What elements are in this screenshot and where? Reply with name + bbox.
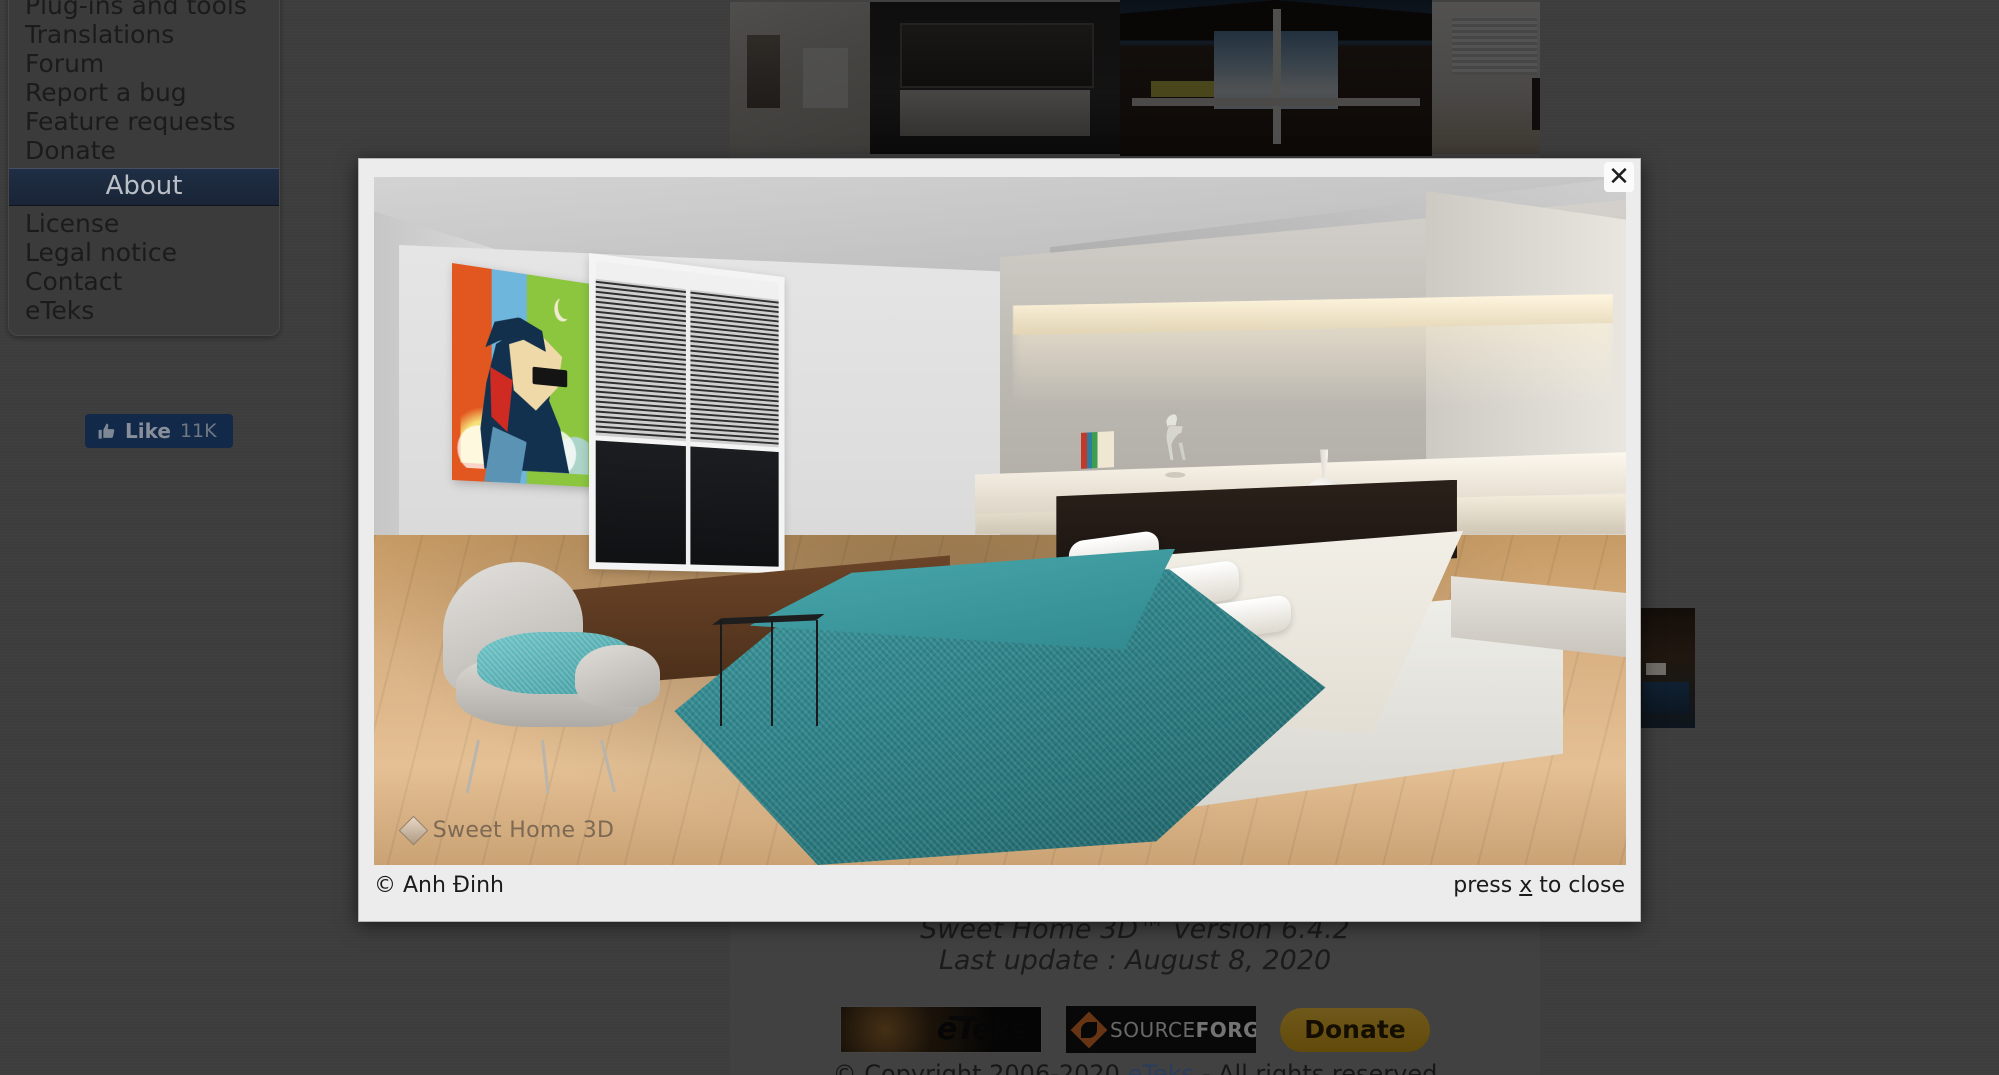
sidebar-item-report-a-bug[interactable]: Report a bug <box>9 78 279 107</box>
close-hint-link[interactable]: x <box>1519 873 1532 898</box>
sidebar-item-donate[interactable]: Donate <box>9 136 279 165</box>
side-table-leg <box>815 620 819 727</box>
image-lightbox-dialog: ✕ Sweet Home 3D © Anh Đinh press x to cl… <box>358 158 1641 922</box>
chalet-mullion <box>1272 9 1281 144</box>
sidebar-item-license[interactable]: License <box>9 209 279 238</box>
close-icon[interactable]: ✕ <box>1604 162 1634 192</box>
sourceforge-logo-text: SOURCEFORGE <box>1110 1017 1256 1042</box>
copyright-suffix: - All rights reserved <box>1194 1060 1438 1075</box>
sidebar-item-forum[interactable]: Forum <box>9 49 279 78</box>
donate-button[interactable]: Donate <box>1280 1007 1430 1052</box>
pop-art-poster <box>451 263 591 487</box>
watermark-text: Sweet Home 3D <box>432 817 615 843</box>
bedroom-render-scene: Sweet Home 3D <box>374 177 1626 865</box>
lightbox-image[interactable]: Sweet Home 3D <box>374 177 1626 865</box>
sweet-home-3d-logo-icon <box>398 815 429 846</box>
chalet-bed <box>1151 81 1214 97</box>
copyright-line: © Copyright 2006-2020 eTeks - All rights… <box>730 1060 1540 1075</box>
sourceforge-diamond-icon <box>1070 1011 1108 1048</box>
side-thumbnail[interactable] <box>1641 608 1695 728</box>
sidebar-item-contact[interactable]: Contact <box>9 267 279 296</box>
gallery-thumbnail[interactable] <box>730 2 870 154</box>
facebook-like-label: Like <box>125 419 171 443</box>
carousel-track <box>730 0 1540 156</box>
deer-sculpture-shape <box>1165 408 1187 479</box>
eteks-logo[interactable]: eTeks <box>840 1006 1042 1053</box>
window-with-blinds <box>589 252 785 574</box>
last-update-line: Last update : August 8, 2020 <box>938 945 1332 976</box>
side-table-top <box>712 613 825 625</box>
sidebar-item-about[interactable]: About <box>9 168 279 206</box>
thumbs-up-icon <box>98 423 115 439</box>
poster-figure-glasses <box>531 366 568 388</box>
sidebar-item-feature-requests[interactable]: Feature requests <box>9 107 279 136</box>
side-table <box>712 613 825 727</box>
eteks-logo-bar <box>949 1016 983 1020</box>
gallery-thumbnail[interactable] <box>870 2 1120 154</box>
side-table-leg <box>770 620 774 727</box>
lightbox-close-hint: press x to close <box>1453 873 1625 898</box>
lightbox-caption-bar: © Anh Đinh press x to close <box>374 865 1625 905</box>
sweet-home-3d-watermark: Sweet Home 3D <box>398 815 615 846</box>
sidebar-item-plugins-and-tools[interactable]: Plug-ins and tools <box>9 0 279 20</box>
poster-moon <box>558 296 573 321</box>
facebook-like-button[interactable]: Like 11K <box>85 414 233 448</box>
side-table-leg <box>719 620 723 727</box>
gallery-thumbnail[interactable] <box>1432 2 1540 154</box>
copyright-eteks-link[interactable]: eTeks <box>1128 1060 1195 1075</box>
gallery-carousel[interactable] <box>730 0 1540 156</box>
deer-sculpture <box>1150 407 1198 479</box>
sidebar-item-legal-notice[interactable]: Legal notice <box>9 238 279 267</box>
facebook-like-count: 11K <box>179 420 217 442</box>
copyright-prefix: © Copyright 2006-2020 <box>832 1060 1128 1075</box>
chalet-floor-slab <box>1132 98 1420 107</box>
close-hint-prefix: press <box>1453 872 1520 898</box>
sourceforge-logo[interactable]: SOURCEFORGE <box>1066 1006 1256 1053</box>
close-hint-suffix: to close <box>1532 872 1625 898</box>
lightbox-credit: © Anh Đinh <box>374 872 504 898</box>
window-vertical-bar <box>686 271 691 565</box>
footer-logos: eTeks SOURCEFORGE Donate <box>730 1006 1540 1053</box>
gray-armchair <box>442 562 660 794</box>
sidebar-navigation: 3D models Textures Plug-ins and tools Tr… <box>8 0 280 336</box>
armchair-arm <box>574 644 660 707</box>
books <box>1081 430 1114 469</box>
sidebar-item-eteks[interactable]: eTeks <box>9 296 279 325</box>
sidebar-item-translations[interactable]: Translations <box>9 20 279 49</box>
gallery-thumbnail-active[interactable] <box>1120 0 1432 156</box>
